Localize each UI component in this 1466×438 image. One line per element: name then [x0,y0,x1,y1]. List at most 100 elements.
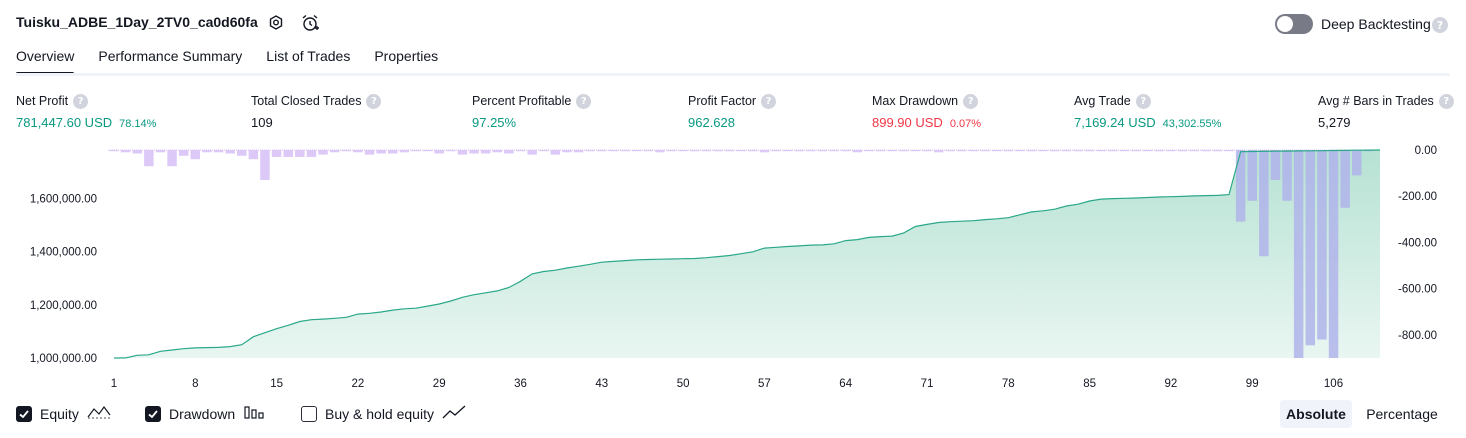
drawdown-bar [922,150,932,152]
drawdown-bar [492,150,502,153]
drawdown-bar [608,150,619,152]
drawdown-bar [1305,150,1315,346]
deep-backtesting-toggle[interactable] [1275,14,1313,34]
x-axis-tick-label: 43 [595,378,608,390]
buy-hold-checkbox[interactable] [301,405,317,422]
drawdown-checkbox[interactable] [145,405,161,422]
info-icon[interactable]: ? [1135,93,1151,109]
x-axis-tick-label: 78 [1002,378,1015,390]
tab-performance-summary[interactable]: Performance Summary [98,48,242,74]
equity-drawdown-chart[interactable]: 1,000,000.00 1,200,000.00 1,400,000.00 1,60… [0,140,1466,395]
info-icon[interactable]: ? [761,93,777,109]
drawdown-bar [388,150,398,154]
legend-equity-toggle[interactable]: Equity [16,404,111,423]
drawdown-bar [829,150,839,152]
drawdown-bar [1142,150,1153,152]
info-icon[interactable]: ? [366,93,382,109]
stat-label: Profit Factor [688,94,757,108]
alarm-clock-icon[interactable] [300,13,320,33]
percentage-mode-button[interactable]: Percentage [1358,400,1446,428]
stat-value: 5,279 [1318,115,1351,130]
drawdown-bar [701,150,712,152]
drawdown-bar [353,150,363,153]
stat-total-closed-trades: Total Closed Trades? 109 [251,93,382,130]
stat-value: 109 [251,115,273,130]
tab-properties[interactable]: Properties [374,48,438,74]
tab-list-of-trades[interactable]: List of Trades [266,48,350,74]
drawdown-bar [399,150,410,153]
drawdown-bar [1328,150,1339,358]
drawdown-bar [759,150,770,153]
x-axis-tick-label: 29 [433,378,446,390]
drawdown-bar [283,150,293,157]
stat-avg-trade: Avg Trade? 7,169.24 USD 43,302.55% [1074,93,1221,130]
drawdown-bar [1352,150,1362,176]
drawdown-bar [585,150,595,152]
tab-overview[interactable]: Overview [16,48,75,75]
drawdown-bar [1073,150,1083,152]
stat-percent: 43,302.55% [1162,118,1222,130]
drawdown-bar [748,150,758,152]
stat-avg-bars-in-trades: Avg # Bars in Trades? 5,279 [1318,93,1454,130]
stat-label: Total Closed Trades [251,94,362,108]
drawdown-bar [515,150,526,152]
drawdown-bar [933,150,944,153]
settings-gear-icon[interactable] [266,13,286,33]
equity-line-icon [87,404,111,423]
drawdown-bar [713,150,723,152]
stat-value: 7,169.24 USD [1074,115,1156,130]
drawdown-bar [1015,150,1025,152]
stat-value: 962.628 [688,115,735,130]
drawdown-bar [841,150,851,152]
drawdown-bar [446,150,456,152]
legend-buy-hold-label: Buy & hold equity [325,405,434,422]
drawdown-bar [248,150,259,160]
legend-drawdown-toggle[interactable]: Drawdown [145,404,265,423]
drawdown-bar [1317,150,1327,340]
stat-profit-factor: Profit Factor? 962.628 [688,93,777,130]
stat-max-drawdown: Max Drawdown? 899.90 USD 0.07% [872,93,981,130]
stat-label: Percent Profitable [472,94,572,108]
drawdown-bars-icon [243,404,265,423]
x-axis-tick-label: 85 [1083,378,1096,390]
drawdown-bar [539,150,549,152]
absolute-mode-button[interactable]: Absolute [1280,400,1352,428]
drawdown-bar [910,150,921,152]
drawdown-bar [573,150,584,153]
drawdown-bar [1189,150,1199,152]
stat-percent: 0.07% [949,118,982,130]
strategy-title: Tuisku_ADBE_1Day_2TV0_ca0d60fa [16,14,258,30]
drawdown-bar [631,150,642,152]
stat-percent: 78.14% [119,118,157,130]
drawdown-bar [1050,150,1060,152]
drawdown-bar [678,150,688,152]
legend-buy-hold-toggle[interactable]: Buy & hold equity [301,404,466,423]
help-icon[interactable]: ? [1432,17,1448,33]
drawdown-bar [806,150,816,152]
info-icon[interactable]: ? [73,93,89,109]
drawdown-bar [1096,150,1106,152]
info-icon[interactable]: ? [576,93,592,109]
buy-hold-line-icon [442,404,466,423]
drawdown-bar [899,150,909,152]
deep-backtesting-label: Deep Backtesting [1321,16,1431,32]
drawdown-bar [817,150,828,152]
toggle-knob [1277,16,1293,32]
info-icon[interactable]: ? [963,93,979,109]
drawdown-bar [132,150,142,154]
tab-divider [16,73,1450,76]
right-axis-tick-label: -200.00 [1398,191,1437,203]
x-axis-tick-label: 92 [1165,378,1178,390]
drawdown-bar [655,150,665,153]
x-axis-tick-label: 71 [921,378,934,390]
drawdown-bar [666,150,677,152]
drawdown-bar [1235,150,1246,222]
drawdown-bar [167,150,177,167]
drawdown-bar [957,150,967,152]
legend-drawdown-label: Drawdown [169,405,236,422]
drawdown-bar [260,150,270,180]
info-icon[interactable]: ? [1438,93,1454,109]
drawdown-bar [1119,150,1130,152]
x-axis-tick-label: 64 [839,378,852,390]
equity-checkbox[interactable] [16,405,32,422]
